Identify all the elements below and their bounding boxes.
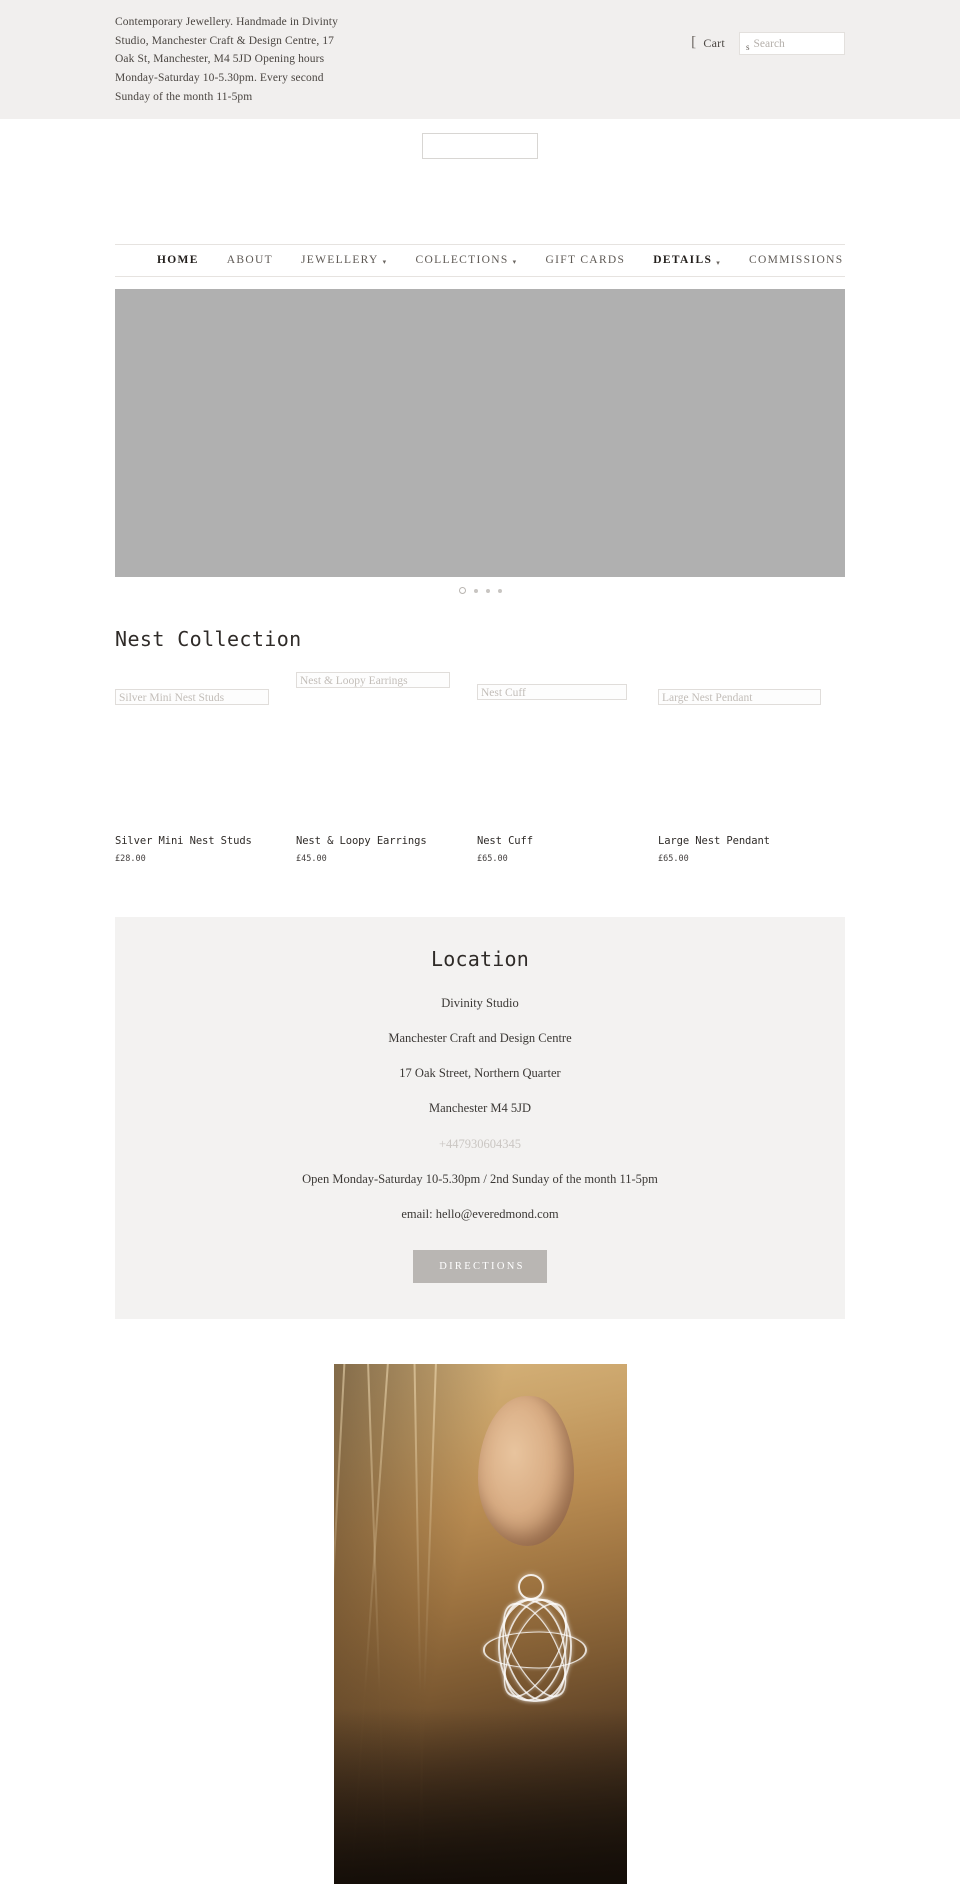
nav-item-label: HOME [157,254,199,267]
product-grid: Silver Mini Nest Studs Silver Mini Nest … [115,665,845,864]
nav-item-label: GIFT CARDS [545,254,626,267]
announcement-line: Studio, Manchester Craft & Design Centre… [115,34,335,47]
announcement-line: Oak St, Manchester, M4 5JD Opening hours [115,53,325,66]
feature-photo [333,1364,627,1884]
product-image[interactable]: Large Nest Pendant [658,665,821,835]
nav-item-label: COMMISSIONS [749,254,844,267]
hero-slideshow [115,288,845,605]
nav-item-label: COLLECTIONS [415,254,509,267]
broken-image-icon: Nest Cuff [477,683,627,700]
chevron-down-icon: ▾ [382,258,388,267]
location-section: Location Divinity Studio Manchester Craf… [115,916,845,1320]
location-email[interactable]: email: hello@everedmond.com [135,1206,825,1222]
nav-item-label: JEWELLERY [300,254,379,267]
announcement-bar-inner: Contemporary Jewellery. Handmade in Divi… [115,10,845,107]
slideshow-dot[interactable] [485,588,490,593]
slideshow-dot-active[interactable] [458,587,466,595]
location-heading: Location [431,946,529,971]
hero-slide[interactable] [115,288,845,577]
product-card[interactable]: Silver Mini Nest Studs Silver Mini Nest … [115,665,278,864]
nav-item-home[interactable]: HOME [143,254,213,266]
topbar-actions: [ Cart s [691,10,845,55]
location-line-centre: Manchester Craft and Design Centre [388,1030,572,1045]
product-price: £28.00 [115,853,146,864]
product-price: £65.00 [658,853,689,864]
broken-image-icon: Large Nest Pendant [658,688,821,705]
announcement-line: Monday-Saturday 10-5.30pm. Every second [115,72,324,85]
photo-earring-hoop [518,1574,545,1601]
nav-item-label: ABOUT [226,254,273,267]
nav-item-jewellery[interactable]: JEWELLERY ▾ [287,254,402,266]
announcement-text: Contemporary Jewellery. Handmade in Divi… [115,10,365,107]
product-image[interactable]: Nest & Loopy Earrings [296,665,459,835]
chevron-down-icon: ▾ [716,258,722,267]
location-line-studio: Divinity Studio [441,995,519,1010]
main-navigation: HOME ABOUT JEWELLERY ▾ COLLECTIONS ▾ GIF… [115,243,845,277]
product-card[interactable]: Nest & Loopy Earrings Nest & Loopy Earri… [296,665,459,864]
announcement-line: Contemporary Jewellery. Handmade in Divi… [115,16,338,28]
search-box[interactable]: s [739,32,845,55]
slideshow-dot[interactable] [497,588,502,593]
search-icon: s [746,41,750,52]
slideshow-dots [115,577,845,605]
nav-item-commissions[interactable]: COMMISSIONS [735,254,857,266]
cart-icon: [ [691,34,697,50]
photo-ear [477,1395,574,1546]
photo-earring-nest [483,1592,588,1709]
photo-shadow [333,1707,627,1884]
cart-label: Cart [703,36,725,50]
location-phone[interactable]: +447930604345 [135,1136,825,1152]
product-title: Large Nest Pendant [658,834,770,847]
photo-earring [483,1572,588,1722]
nav-item-label: DETAILS [653,254,713,267]
product-title: Nest & Loopy Earrings [296,834,427,847]
product-card[interactable]: Nest Cuff Nest Cuff £65.00 [477,665,640,864]
product-title: Nest Cuff [477,834,533,847]
site-logo[interactable] [422,132,538,159]
product-title: Silver Mini Nest Studs [115,834,252,847]
product-price: £65.00 [477,853,508,864]
nav-item-about[interactable]: ABOUT [213,254,287,266]
collection-section: Nest Collection Silver Mini Nest Studs S… [115,627,845,864]
broken-image-icon: Silver Mini Nest Studs [115,688,269,705]
product-card[interactable]: Large Nest Pendant Large Nest Pendant £6… [658,665,821,864]
announcement-bar: Contemporary Jewellery. Handmade in Divi… [0,0,960,119]
collection-title: Nest Collection [115,626,302,651]
product-price: £45.00 [296,853,327,864]
feature-photo-area [115,1364,845,1884]
nav-item-gift-cards[interactable]: GIFT CARDS [531,254,639,266]
logo-area [115,119,845,244]
location-hours: Open Monday-Saturday 10-5.30pm / 2nd Sun… [302,1171,658,1186]
location-line-city: Manchester M4 5JD [428,1101,532,1116]
location-line-street: 17 Oak Street, Northern Quarter [399,1066,561,1081]
slideshow-dot[interactable] [473,588,478,593]
broken-image-icon: Nest & Loopy Earrings [296,671,450,688]
product-image[interactable]: Silver Mini Nest Studs [115,665,278,835]
search-input[interactable] [753,33,834,54]
directions-button[interactable]: DIRECTIONS [413,1250,547,1284]
announcement-line: Sunday of the month 11-5pm [115,90,253,103]
cart-link[interactable]: [ Cart [691,34,725,51]
nav-item-collections[interactable]: COLLECTIONS ▾ [402,254,532,266]
photo-earring-wire [483,1631,588,1669]
product-image[interactable]: Nest Cuff [477,665,640,835]
chevron-down-icon: ▾ [512,258,518,267]
nav-item-details[interactable]: DETAILS ▾ [639,254,735,267]
